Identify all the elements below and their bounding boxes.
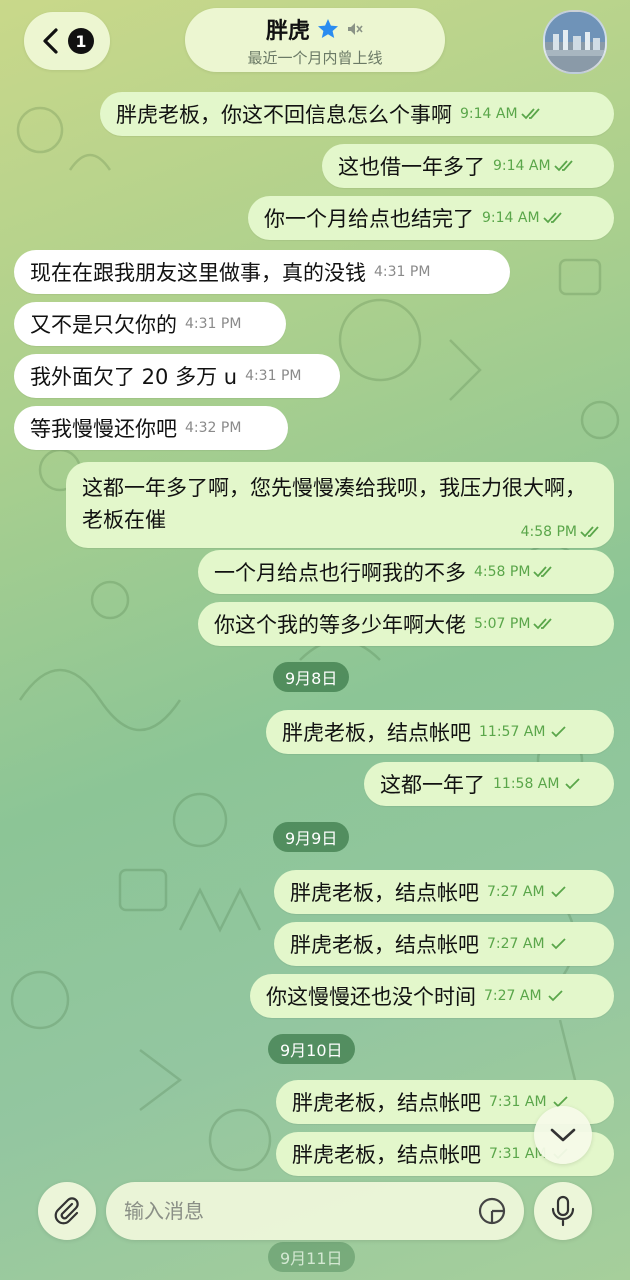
message-time: 11:57 AM (479, 724, 546, 740)
avatar[interactable] (543, 10, 607, 74)
date-separator: 9月9日 (273, 822, 350, 852)
message-text: 胖虎老板，结点帐吧 (292, 1143, 481, 1167)
mic-icon (551, 1195, 575, 1227)
message-time: 7:27 AM (487, 936, 545, 952)
message-text: 胖虎老板，结点帐吧 (290, 933, 479, 957)
check-icon (551, 726, 567, 738)
message-time: 9:14 AM (460, 106, 518, 122)
voice-message-button[interactable] (534, 1182, 592, 1240)
message-time: 7:31 AM (489, 1094, 547, 1110)
message-bubble-outgoing[interactable]: 你这慢慢还也没个时间 7:27 AM (250, 974, 614, 1018)
message-text: 等我慢慢还你吧 (30, 417, 177, 441)
message-bubble-outgoing[interactable]: 你一个月给点也结完了 9:14 AM (248, 196, 614, 240)
chat-title[interactable]: 胖虎 最近一个月内曾上线 (185, 8, 445, 72)
message-text: 胖虎老板，结点帐吧 (290, 881, 479, 905)
message-bubble-outgoing[interactable]: 你这个我的等多少年啊大佬 5:07 PM (198, 602, 614, 646)
check-icon (550, 938, 566, 950)
message-text: 这都一年了 (380, 773, 485, 797)
check-icon (547, 990, 563, 1002)
message-time: 4:58 PM (520, 524, 577, 540)
message-input-bar[interactable] (106, 1182, 524, 1240)
message-time: 5:07 PM (474, 616, 531, 632)
message-text: 又不是只欠你的 (30, 313, 177, 337)
unread-count-badge: 1 (68, 28, 94, 54)
double-check-icon (542, 212, 562, 224)
message-bubble-incoming[interactable]: 又不是只欠你的 4:31 PM (14, 302, 286, 346)
double-check-icon (533, 618, 553, 630)
message-text: 胖虎老板，结点帐吧 (292, 1091, 481, 1115)
date-separator: 9月10日 (268, 1034, 355, 1064)
message-text: 我外面欠了 20 多万 u (30, 365, 238, 389)
message-bubble-outgoing[interactable]: 胖虎老板，你这不回信息怎么个事啊 9:14 AM (100, 92, 614, 136)
double-check-icon (520, 108, 540, 120)
contact-name: 胖虎 (265, 18, 310, 44)
message-text: 胖虎老板，你这不回信息怎么个事啊 (116, 103, 452, 127)
message-bubble-outgoing[interactable]: 胖虎老板，结点帐吧 7:27 AM (274, 870, 614, 914)
message-bubble-outgoing[interactable]: 胖虎老板，结点帐吧 11:57 AM (266, 710, 614, 754)
message-text: 你这慢慢还也没个时间 (266, 985, 476, 1009)
message-bubble-incoming[interactable]: 等我慢慢还你吧 4:32 PM (14, 406, 288, 450)
double-check-icon (533, 566, 553, 578)
message-text: 现在在跟我朋友这里做事，真的没钱 (30, 261, 366, 285)
message-input[interactable] (106, 1198, 476, 1224)
chevron-down-icon (550, 1128, 576, 1142)
message-time: 4:32 PM (185, 420, 242, 436)
attach-icon (54, 1197, 79, 1225)
double-check-icon (580, 526, 599, 538)
star-icon (318, 18, 338, 38)
message-text: 这也借一年多了 (338, 155, 485, 179)
back-button[interactable]: 1 (24, 12, 110, 70)
message-text: 一个月给点也行啊我的不多 (214, 561, 466, 585)
check-icon (550, 886, 566, 898)
last-seen-status: 最近一个月内曾上线 (247, 48, 383, 67)
message-bubble-outgoing[interactable]: 这都一年多了啊，您先慢慢凑给我呗，我压力很大啊，老板在催 4:58 PM (66, 462, 614, 548)
avatar-image (545, 12, 605, 72)
message-time: 9:14 AM (482, 210, 540, 226)
message-text: 你一个月给点也结完了 (264, 207, 474, 231)
mute-icon (348, 22, 363, 35)
message-bubble-incoming[interactable]: 现在在跟我朋友这里做事，真的没钱 4:31 PM (14, 250, 510, 294)
message-time: 4:31 PM (245, 368, 302, 384)
message-text: 你这个我的等多少年啊大佬 (214, 613, 466, 637)
message-text: 胖虎老板，结点帐吧 (282, 721, 471, 745)
message-time: 7:27 AM (484, 988, 542, 1004)
message-time: 4:58 PM (474, 564, 531, 580)
date-separator: 9月8日 (273, 662, 350, 692)
message-bubble-outgoing[interactable]: 这都一年了 11:58 AM (364, 762, 614, 806)
scroll-to-bottom-button[interactable] (534, 1106, 592, 1164)
message-bubble-incoming[interactable]: 我外面欠了 20 多万 u 4:31 PM (14, 354, 340, 398)
message-time: 11:58 AM (493, 776, 560, 792)
message-bubble-outgoing[interactable]: 这也借一年多了 9:14 AM (322, 144, 614, 188)
back-chevron-icon (43, 28, 58, 54)
message-time: 9:14 AM (493, 158, 551, 174)
attach-button[interactable] (38, 1182, 96, 1240)
message-bubble-outgoing[interactable]: 胖虎老板，结点帐吧 7:27 AM (274, 922, 614, 966)
date-separator: 9月11日 (268, 1242, 355, 1272)
message-bubble-outgoing[interactable]: 一个月给点也行啊我的不多 4:58 PM (198, 550, 614, 594)
check-icon (565, 778, 581, 790)
message-time: 4:31 PM (374, 264, 431, 280)
message-time: 7:27 AM (487, 884, 545, 900)
message-time: 4:31 PM (185, 316, 242, 332)
double-check-icon (553, 160, 573, 172)
sticker-icon[interactable] (476, 1195, 508, 1227)
